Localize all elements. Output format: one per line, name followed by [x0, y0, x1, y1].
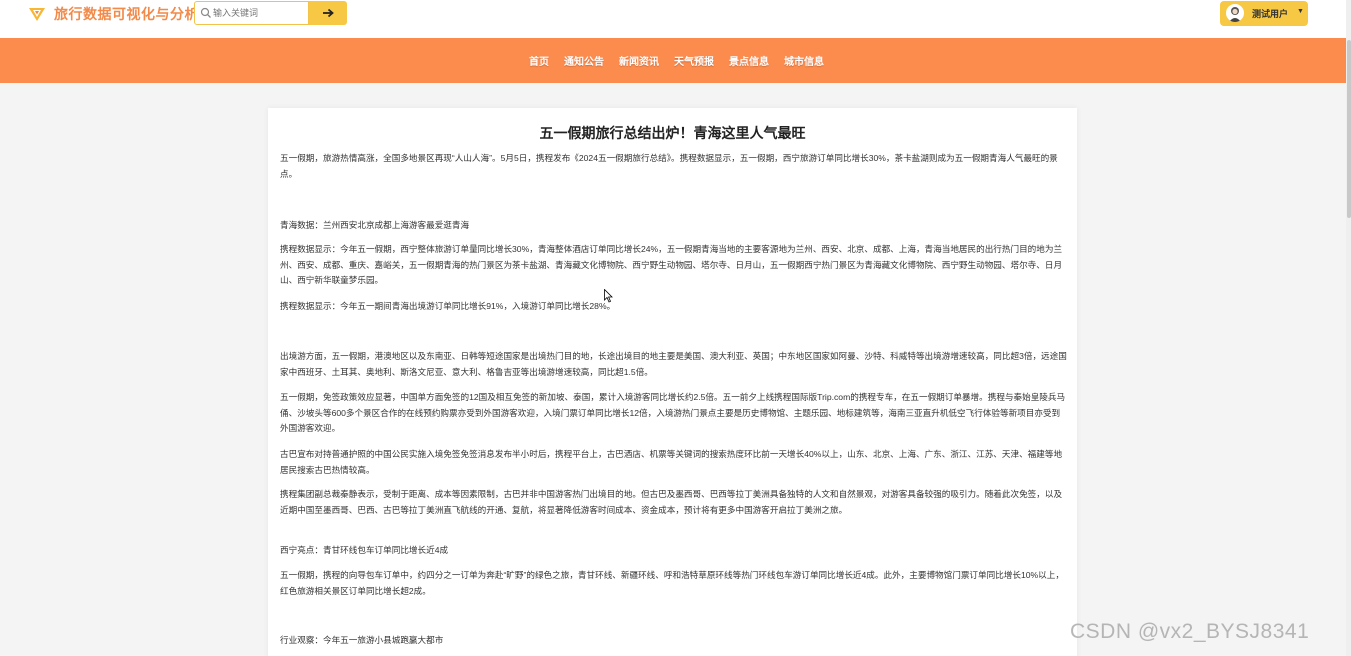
user-menu-button[interactable]: 测试用户 ▼: [1220, 1, 1308, 26]
search-input[interactable]: [213, 5, 305, 21]
nav-item-cities[interactable]: 城市信息: [784, 53, 824, 68]
article-paragraph: 五一假期，携程的向导包车订单中，约四分之一订单为奔赴“旷野”的绿色之旅，青甘环线…: [280, 570, 1064, 596]
mouse-cursor-icon: [604, 289, 613, 303]
article-title: 五一假期旅行总结出炉！青海这里人气最旺: [539, 125, 806, 141]
article-paragraph: 行业观察：今年五一旅游小县城跑赢大都市: [280, 635, 444, 645]
nav-item-notices[interactable]: 通知公告: [564, 53, 604, 68]
watermark: CSDN @vx2_BYSJ8341: [1070, 620, 1310, 643]
article-paragraph: 携程数据显示：今年五一假期，西宁整体旅游订单量同比增长30%，青海整体酒店订单同…: [280, 244, 1063, 285]
article-paragraph: 西宁亮点：青甘环线包车订单同比增长近4成: [280, 545, 449, 555]
search-box: [194, 1, 309, 25]
article-paragraph: 携程数据显示：今年五一期间青海出境游订单同比增长91%，入境游订单同比增长28%…: [280, 301, 616, 311]
article-paragraph: 五一假期，旅游热情高涨，全国多地景区再现“人山人海”。5月5日，携程发布《202…: [280, 153, 1058, 179]
main-nav: 首页 通知公告 新闻资讯 天气预报 景点信息 城市信息: [0, 38, 1351, 83]
avatar-icon: [1229, 7, 1241, 22]
brand-title[interactable]: 旅行数据可视化与分析: [54, 4, 199, 24]
user-name: 测试用户: [1252, 9, 1289, 19]
search-button[interactable]: [309, 1, 347, 25]
arrow-right-icon: [323, 8, 334, 18]
nav-item-attractions[interactable]: 景点信息: [729, 53, 769, 68]
top-header: 旅行数据可视化与分析 测试用户 ▼: [0, 0, 1351, 38]
article-paragraph: 携程集团副总裁秦静表示，受制于距离、成本等因素限制，古巴并非中国游客热门出境目的…: [280, 489, 1063, 515]
article-card: 五一假期旅行总结出炉！青海这里人气最旺 五一假期，旅游热情高涨，全国多地景区再现…: [268, 108, 1077, 656]
nav-item-weather[interactable]: 天气预报: [674, 53, 714, 68]
scrollbar-thumb[interactable]: [1347, 40, 1351, 218]
nav-item-news[interactable]: 新闻资讯: [619, 53, 659, 68]
article-paragraph: 古巴宣布对持普通护照的中国公民实施入境免签免签消息发布半小时后，携程平台上，古巴…: [280, 449, 1063, 475]
search-icon: [200, 7, 211, 18]
logo-icon: [29, 8, 45, 21]
article-paragraph: 青海数据：兰州西安北京成都上海游客最爱逛青海: [280, 220, 470, 230]
avatar: [1226, 4, 1244, 22]
article-paragraph: 出境游方面，五一假期，港澳地区以及东南亚、日韩等短途国家是出境热门目的地，长途出…: [280, 351, 1067, 377]
nav-item-home[interactable]: 首页: [529, 53, 549, 68]
article-paragraph: 五一假期，免签政策效应显著，中国单方面免签的12国及相互免签的新加坡、泰国，累计…: [280, 392, 1066, 433]
caret-down-icon: ▼: [1297, 8, 1304, 15]
